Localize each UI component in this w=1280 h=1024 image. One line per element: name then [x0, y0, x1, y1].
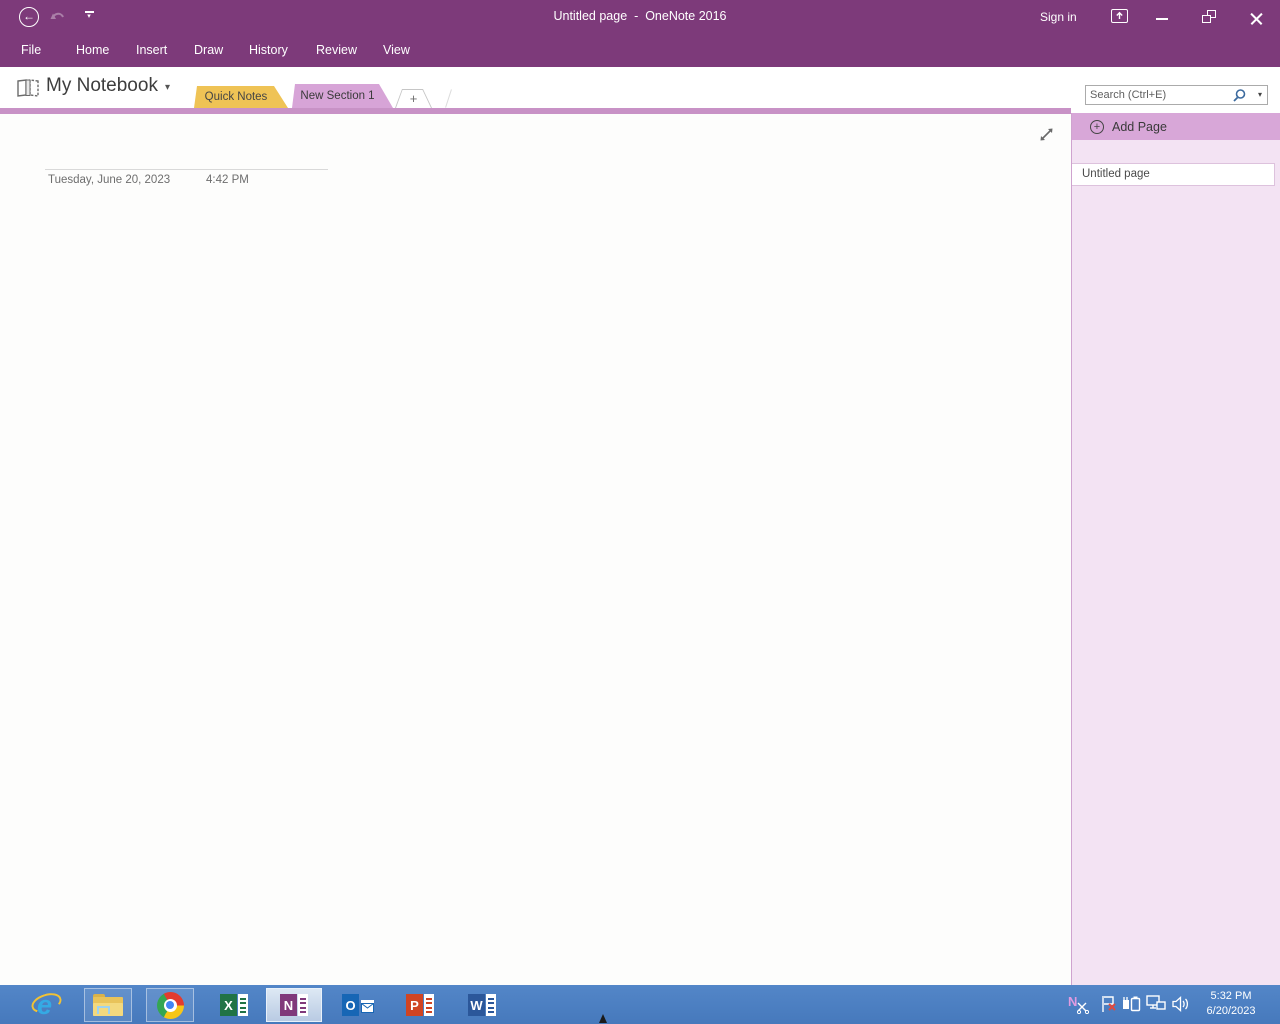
menu-history[interactable]: History: [249, 43, 288, 57]
mouse-cursor: [599, 1014, 607, 1023]
plus-icon: +: [396, 90, 431, 108]
tray-power-battery-icon[interactable]: [1122, 995, 1142, 1017]
close-button[interactable]: [1249, 11, 1264, 26]
page-list-panel: + Add Page Untitled page: [1071, 113, 1280, 985]
taskbar-chrome-icon[interactable]: [146, 988, 194, 1022]
add-page-button[interactable]: + Add Page: [1072, 113, 1280, 140]
notebook-bar: My Notebook ▾ Quick Notes New Section 1 …: [0, 67, 1280, 108]
full-page-view-icon[interactable]: [1038, 126, 1055, 148]
window-title: Untitled page - OneNote 2016: [0, 9, 1280, 23]
menu-review[interactable]: Review: [316, 43, 357, 57]
plus-circle-icon: +: [1090, 120, 1104, 134]
taskbar-powerpoint-icon[interactable]: P: [398, 988, 442, 1022]
notebook-dropdown-icon[interactable]: ▾: [165, 82, 170, 93]
page-title-underline: [45, 169, 328, 170]
taskbar-onenote-icon[interactable]: N: [266, 988, 322, 1022]
page-list-item-untitled[interactable]: Untitled page: [1072, 163, 1275, 186]
ribbon-display-options-icon[interactable]: [1111, 9, 1128, 28]
add-page-label: Add Page: [1112, 120, 1167, 134]
taskbar-outlook-icon[interactable]: O: [336, 988, 380, 1022]
menu-view[interactable]: View: [383, 43, 410, 57]
page-time-stamp: 4:42 PM: [206, 174, 249, 186]
taskbar-file-explorer-icon[interactable]: [84, 988, 132, 1022]
ribbon-menu: File Home Insert Draw History Review Vie…: [0, 38, 1280, 66]
taskbar-internet-explorer-icon[interactable]: e: [26, 988, 68, 1022]
tray-clock[interactable]: 5:32 PM 6/20/2023: [1198, 989, 1264, 1019]
search-icon[interactable]: [1232, 88, 1247, 108]
tray-action-center-flag-icon[interactable]: [1100, 995, 1118, 1018]
tray-time: 5:32 PM: [1198, 989, 1264, 1004]
restore-button[interactable]: [1202, 10, 1216, 23]
sign-in-link[interactable]: Sign in: [1040, 10, 1077, 24]
search-input[interactable]: [1090, 87, 1230, 103]
search-scope-dropdown-icon[interactable]: ▾: [1258, 90, 1262, 99]
menu-file[interactable]: File: [21, 43, 41, 57]
taskbar: e X N O P W N 5:32 PM 6/20: [0, 985, 1280, 1024]
section-tab-new-section-1[interactable]: New Section 1: [292, 84, 393, 108]
create-new-section-button[interactable]: +: [395, 89, 432, 108]
tray-volume-icon[interactable]: [1171, 995, 1190, 1018]
page-date-stamp: Tuesday, June 20, 2023: [48, 174, 170, 186]
notebook-name[interactable]: My Notebook: [46, 75, 158, 97]
tray-date: 6/20/2023: [1198, 1004, 1264, 1019]
menu-home[interactable]: Home: [76, 43, 109, 57]
notebook-icon: [16, 79, 40, 102]
taskbar-excel-icon[interactable]: X: [212, 988, 256, 1022]
menu-insert[interactable]: Insert: [136, 43, 167, 57]
page-canvas[interactable]: Tuesday, June 20, 2023 4:42 PM: [0, 114, 1071, 985]
title-bar: ← ▾ Untitled page - OneNote 2016 Sign in…: [0, 0, 1280, 67]
tab-edge-divider: [445, 89, 452, 107]
tray-network-icon[interactable]: [1146, 995, 1166, 1017]
taskbar-word-icon[interactable]: W: [460, 988, 504, 1022]
tray-onenote-clipper-icon[interactable]: N: [1068, 993, 1090, 1015]
section-tab-quick-notes[interactable]: Quick Notes: [194, 86, 288, 108]
minimize-button[interactable]: [1156, 18, 1168, 20]
menu-draw[interactable]: Draw: [194, 43, 223, 57]
search-box[interactable]: ▾: [1085, 85, 1268, 105]
